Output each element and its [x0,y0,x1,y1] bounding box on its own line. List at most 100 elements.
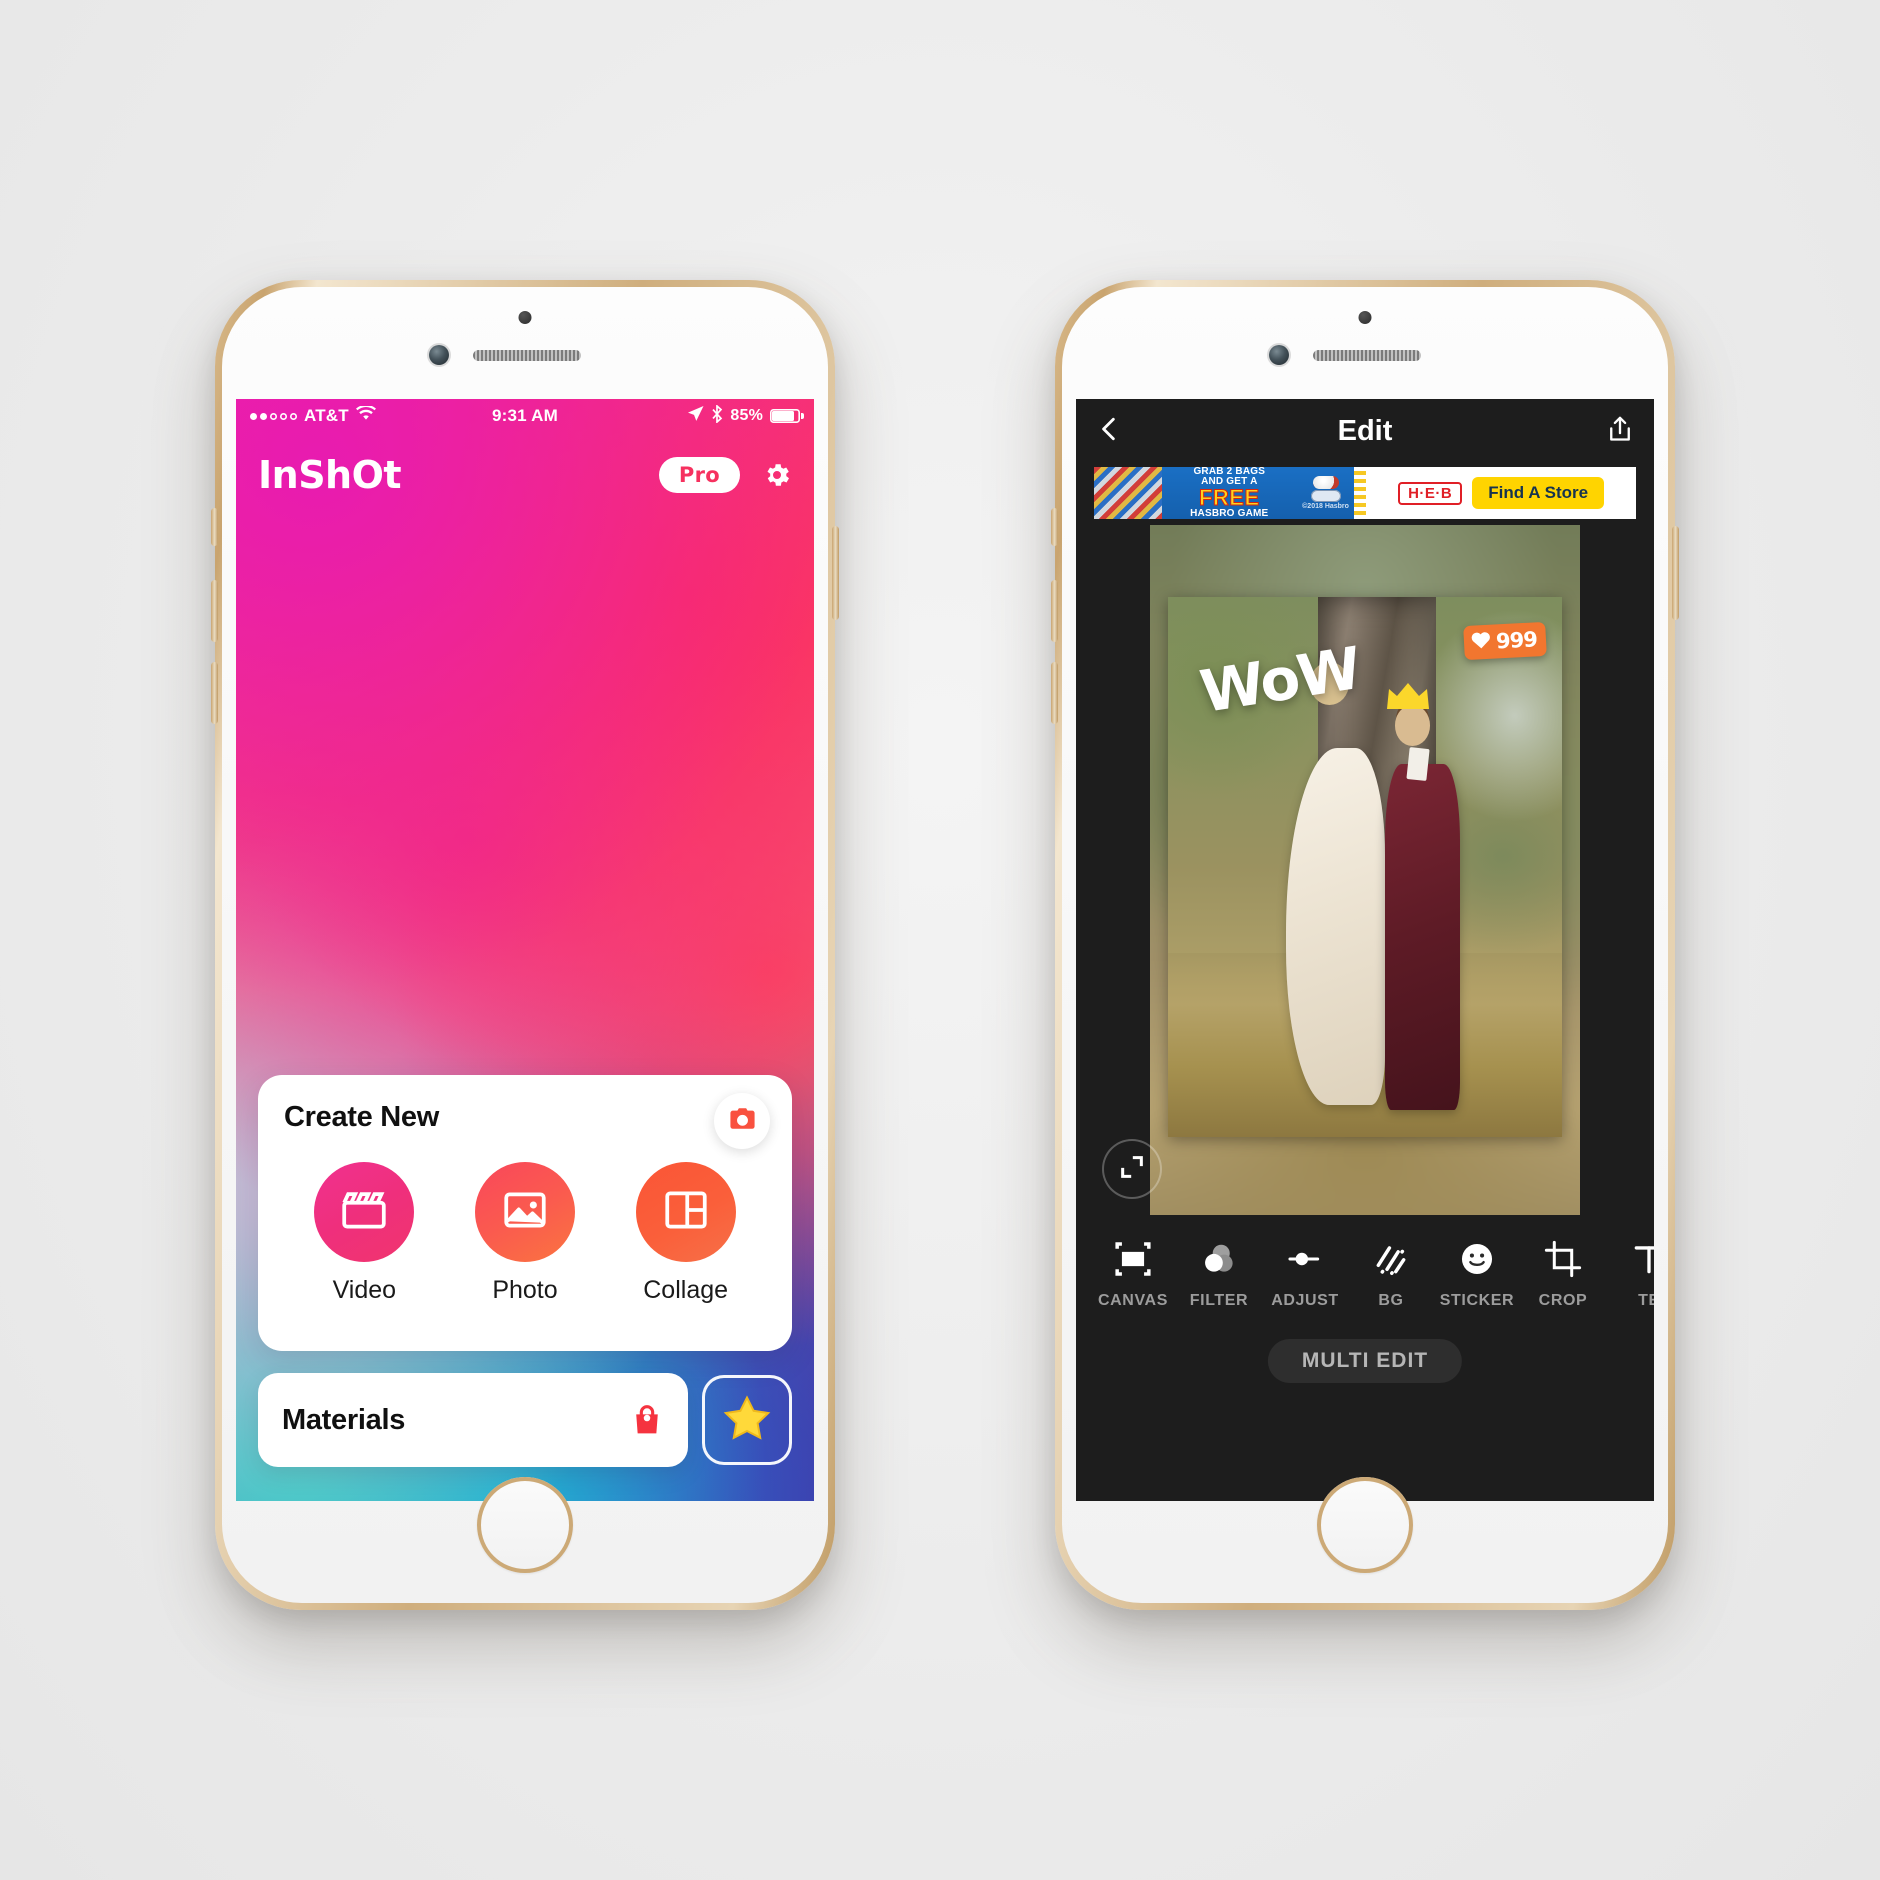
ad-divider [1354,467,1367,519]
crown-icon[interactable] [1385,681,1431,711]
phone-device-right: Edit GRAB 2 BAGS AND GET A FREE HASBRO G… [1051,280,1679,1610]
heb-logo: H·E·B [1398,481,1463,505]
photo-button[interactable] [474,1162,575,1262]
ad-copy-block: GRAB 2 BAGS AND GET A FREE HASBRO GAME [1162,467,1297,519]
fullscreen-toggle-button[interactable] [1102,1139,1162,1199]
grid-layout-icon [661,1185,711,1240]
tool-filter[interactable]: FILTER [1176,1239,1262,1310]
clock-label: 9:31 AM [492,406,558,425]
clapperboard-icon [339,1185,389,1240]
favorites-button[interactable] [702,1375,792,1465]
filter-circles-icon [1200,1239,1238,1279]
ad-brand-badges: ©2018 Hasbro [1297,475,1354,510]
ad-right-panel: H·E·B Find A Store [1366,467,1636,519]
create-new-card: Create New Video Photo Collage [258,1075,792,1351]
status-bar: AT&T 9:31 AM 85% [236,399,814,433]
home-button-right[interactable] [1317,1477,1413,1573]
create-actions: Video Photo Collage [284,1162,766,1305]
home-button[interactable] [477,1477,573,1573]
camera-icon [728,1104,757,1138]
photo-label: Photo [492,1276,558,1304]
tool-canvas-label: CANVAS [1098,1292,1168,1309]
heart-icon [1470,629,1493,655]
edit-toolbar: CANVAS FILTER ADJUST BG STICKER CROP T [1076,1225,1654,1321]
shopping-bag-icon [630,1403,664,1437]
edit-header: Edit [1076,399,1654,463]
app-header: InShOt Pro [236,445,814,505]
power-button[interactable] [832,526,839,620]
crop-icon [1544,1239,1582,1279]
tool-bg-label: BG [1378,1292,1404,1309]
edit-canvas[interactable]: WoW 999 [1150,525,1580,1215]
tool-text[interactable]: TE [1606,1239,1654,1310]
tool-adjust-label: ADJUST [1271,1292,1339,1309]
proximity-sensor-icon [518,311,532,324]
materials-label: Materials [282,1403,406,1436]
ad-game-badge-icon [1312,475,1339,489]
create-action-collage[interactable]: Collage [635,1162,736,1305]
earpiece-speaker [473,350,581,361]
photo-bride-figure [1286,748,1385,1105]
ad-copyright: ©2018 Hasbro [1302,502,1349,510]
app-logo: InShOt [258,453,402,497]
power-button-right[interactable] [1672,526,1679,620]
ad-free-text: FREE [1198,485,1260,510]
materials-row: Materials [258,1373,792,1467]
phone-device-left: AT&T 9:31 AM 85% InShOt Pro Create New V… [211,280,839,1610]
volume-up-button-right[interactable] [1051,580,1058,642]
tool-bg[interactable]: BG [1348,1239,1434,1310]
banner-ad[interactable]: GRAB 2 BAGS AND GET A FREE HASBRO GAME ©… [1094,467,1636,519]
tool-crop[interactable]: CROP [1520,1239,1606,1310]
camera-button[interactable] [714,1093,770,1149]
editor-canvas-area: WoW 999 [1076,525,1654,1215]
hasbro-logo-icon [1310,489,1341,502]
tool-adjust[interactable]: ADJUST [1262,1239,1348,1310]
silent-switch-right[interactable] [1051,508,1058,546]
gear-icon[interactable] [762,460,792,490]
text-icon [1630,1239,1654,1279]
collage-label: Collage [643,1276,729,1304]
screen-home: AT&T 9:31 AM 85% InShOt Pro Create New V… [236,399,814,1501]
video-button[interactable] [314,1162,415,1262]
photo-groom-figure [1384,764,1460,1110]
tool-canvas[interactable]: CANVAS [1090,1239,1176,1310]
diagonal-stripes-icon [1372,1239,1410,1279]
tool-sticker[interactable]: STICKER [1434,1239,1520,1310]
header-actions: Pro [658,457,792,493]
multi-edit-button[interactable]: MULTI EDIT [1267,1339,1463,1383]
create-action-video[interactable]: Video [314,1162,415,1305]
create-action-photo[interactable]: Photo [474,1162,575,1305]
front-camera-icon-right [1269,345,1289,365]
volume-down-button-right[interactable] [1051,662,1058,724]
video-label: Video [332,1276,397,1304]
edited-photo[interactable]: WoW 999 [1168,597,1562,1137]
scene: AT&T 9:31 AM 85% InShOt Pro Create New V… [0,0,1880,1880]
tool-text-label: TE [1638,1292,1654,1309]
ad-line-3: HASBRO GAME [1190,508,1269,519]
slider-icon [1286,1239,1324,1279]
collage-button[interactable] [635,1162,736,1262]
phone-body-left: AT&T 9:31 AM 85% InShOt Pro Create New V… [222,287,828,1603]
like-count-label: 999 [1495,626,1538,653]
find-a-store-button[interactable]: Find A Store [1472,477,1605,509]
chevron-left-icon[interactable] [1096,416,1122,446]
proximity-sensor-icon-right [1358,311,1372,324]
expand-icon [1118,1153,1146,1186]
materials-button[interactable]: Materials [258,1373,688,1467]
share-icon[interactable] [1606,415,1634,447]
front-camera-icon [429,345,449,365]
like-count-sticker[interactable]: 999 [1463,621,1548,661]
photo-groom-shirt [1406,747,1430,782]
silent-switch[interactable] [211,508,218,546]
volume-down-button[interactable] [211,662,218,724]
earpiece-speaker-right [1313,350,1421,361]
volume-up-button[interactable] [211,580,218,642]
ad-product-image [1094,467,1162,519]
tool-filter-label: FILTER [1189,1292,1249,1309]
create-new-title: Create New [284,1101,439,1133]
ad-left-panel: GRAB 2 BAGS AND GET A FREE HASBRO GAME ©… [1094,467,1355,519]
image-icon [500,1185,550,1240]
pro-button[interactable]: Pro [658,457,740,493]
tool-crop-label: CROP [1538,1292,1588,1309]
photo-groom-head [1394,705,1430,747]
